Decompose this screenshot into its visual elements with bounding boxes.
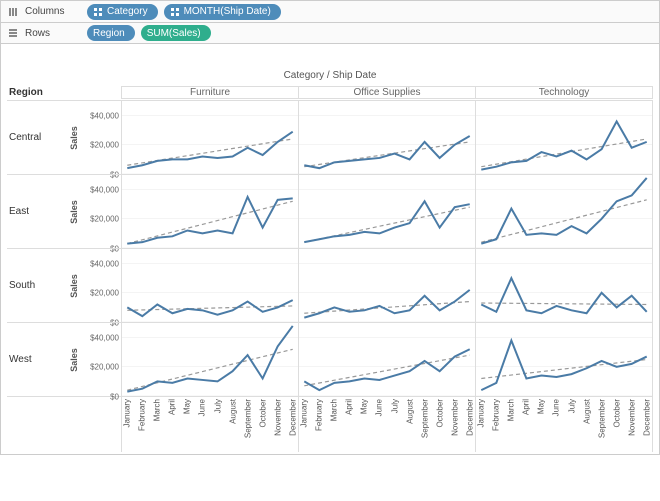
month-label: March (330, 399, 339, 421)
chart-cell[interactable] (298, 174, 475, 248)
sales-axis-label: Sales (63, 248, 85, 322)
category-header-row: Region Furniture Office Supplies Technol… (7, 84, 653, 100)
columns-label: Columns (25, 6, 81, 17)
month-label: January (477, 399, 486, 427)
month-label: April (345, 399, 354, 415)
month-label: May (360, 399, 369, 414)
chart-cell[interactable] (475, 174, 653, 248)
month-label: December (288, 399, 297, 436)
month-label: June (552, 399, 561, 416)
pill-month-ship-date[interactable]: MONTH(Ship Date) (164, 4, 281, 20)
region-header: Region (7, 87, 63, 98)
chart-cell[interactable] (298, 322, 475, 396)
rows-label: Rows (25, 28, 81, 39)
month-label: February (138, 399, 147, 431)
rows-shelf[interactable]: Rows Region SUM(Sales) (0, 22, 660, 44)
visualization-area: Category / Ship Date Region Furniture Of… (0, 44, 660, 455)
month-label: February (492, 399, 501, 431)
category-header-technology[interactable]: Technology (475, 86, 653, 99)
x-axis-furniture: January February March April May June July Augu… (121, 396, 298, 452)
month-label: June (198, 399, 207, 416)
month-label: November (450, 399, 459, 436)
pill-label: Region (93, 28, 125, 39)
pill-label: MONTH(Ship Date) (184, 6, 271, 17)
pill-label: SUM(Sales) (147, 28, 201, 39)
month-label: October (612, 399, 621, 427)
region-label[interactable]: West (7, 322, 63, 396)
rows-icon (7, 28, 19, 38)
chart-row: CentralSales$40,000$20,000$0 (7, 100, 653, 174)
x-axis-row: January February March April May June July Augu… (7, 396, 653, 452)
column-super-title: Category / Ship Date (7, 70, 653, 84)
month-label: July (567, 399, 576, 413)
month-label: August (582, 399, 591, 424)
pill-label: Category (107, 6, 148, 17)
x-axis-technology: January February March April May June July Augu… (475, 396, 653, 452)
chart-cell[interactable] (475, 100, 653, 174)
month-label: July (213, 399, 222, 413)
month-label: April (168, 399, 177, 415)
region-label[interactable]: Central (7, 100, 63, 174)
month-label: October (258, 399, 267, 427)
month-label: May (537, 399, 546, 414)
month-label: November (273, 399, 282, 436)
chart-cell[interactable] (475, 248, 653, 322)
month-label: November (627, 399, 636, 436)
region-label[interactable]: East (7, 174, 63, 248)
month-label: December (465, 399, 474, 436)
chart-cell[interactable] (121, 248, 298, 322)
category-header-furniture[interactable]: Furniture (121, 86, 298, 99)
month-label: September (597, 399, 606, 438)
month-label: January (300, 399, 309, 427)
chart-cell[interactable] (298, 248, 475, 322)
pill-sum-sales[interactable]: SUM(Sales) (141, 25, 211, 41)
chart-cell[interactable] (475, 322, 653, 396)
month-label: September (243, 399, 252, 438)
y-tick-labels: $40,000$20,000$0 (85, 248, 121, 322)
pill-region[interactable]: Region (87, 25, 135, 41)
month-label: December (642, 399, 651, 436)
chart-row: EastSales$40,000$20,000$0 (7, 174, 653, 248)
pill-category[interactable]: Category (87, 4, 158, 20)
month-label: June (375, 399, 384, 416)
chart-cell[interactable] (121, 100, 298, 174)
y-tick-labels: $40,000$20,000$0 (85, 100, 121, 174)
category-header-office-supplies[interactable]: Office Supplies (298, 86, 475, 99)
x-axis-office-supplies: January February March April May June July Augu… (298, 396, 475, 452)
chart-body: CentralSales$40,000$20,000$0EastSales$40… (7, 100, 653, 396)
month-label: February (315, 399, 324, 431)
sales-axis-label: Sales (63, 100, 85, 174)
region-label[interactable]: South (7, 248, 63, 322)
chart-row: WestSales$40,000$20,000$0 (7, 322, 653, 396)
month-label: August (405, 399, 414, 424)
chart-cell[interactable] (121, 174, 298, 248)
columns-icon (7, 7, 19, 17)
chart-cell[interactable] (121, 322, 298, 396)
month-label: March (507, 399, 516, 421)
month-label: March (153, 399, 162, 421)
discrete-icon (170, 7, 180, 17)
chart-row: SouthSales$40,000$20,000$0 (7, 248, 653, 322)
sales-axis-label: Sales (63, 322, 85, 396)
month-label: August (228, 399, 237, 424)
y-tick-labels: $40,000$20,000$0 (85, 322, 121, 396)
month-label: January (123, 399, 132, 427)
month-label: April (522, 399, 531, 415)
month-label: October (435, 399, 444, 427)
discrete-icon (93, 7, 103, 17)
month-label: September (420, 399, 429, 438)
month-label: July (390, 399, 399, 413)
columns-shelf[interactable]: Columns Category MONTH(Ship Date) (0, 0, 660, 22)
chart-cell[interactable] (298, 100, 475, 174)
y-tick-labels: $40,000$20,000$0 (85, 174, 121, 248)
sales-axis-label: Sales (63, 174, 85, 248)
month-label: May (183, 399, 192, 414)
